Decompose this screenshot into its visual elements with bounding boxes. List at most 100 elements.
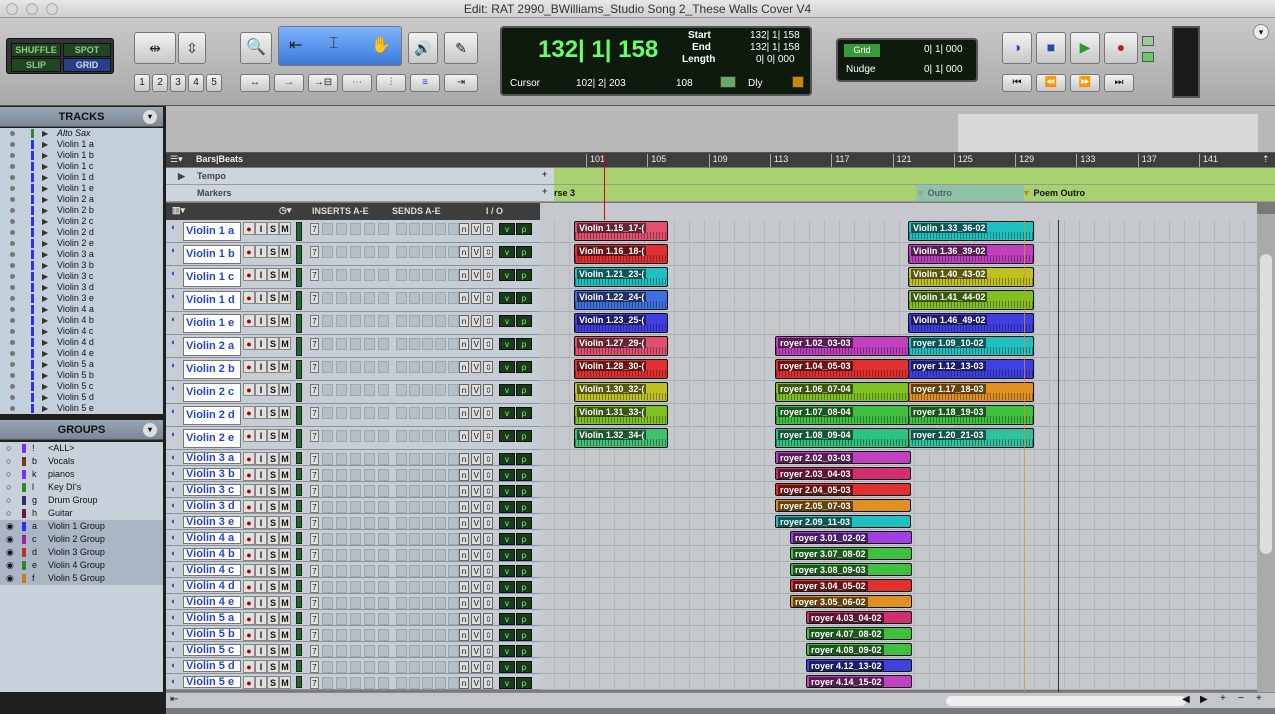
groups-list-item[interactable]: ◉ e Violin 4 Group — [0, 559, 163, 572]
send-slot[interactable] — [448, 549, 459, 561]
tracks-list-item[interactable]: ▶ Violin 2 e — [0, 238, 163, 249]
audio-clip[interactable]: Violin 1.28_30-( — [574, 359, 668, 379]
insert-slot[interactable] — [350, 533, 361, 545]
mute-button[interactable]: M — [279, 360, 291, 373]
playlist-button[interactable]: p — [516, 361, 532, 373]
audio-clip[interactable]: royer 1.20_21-03 — [908, 428, 1034, 448]
send-slot[interactable] — [422, 453, 433, 465]
io-output-button[interactable]: ⇳ — [483, 469, 494, 481]
input-monitor-button[interactable]: I — [255, 564, 267, 577]
send-slot[interactable] — [448, 269, 459, 281]
shuffle-mode-button[interactable]: SHUFFLE — [11, 43, 61, 57]
track-lane[interactable]: Violin 1.32_34-(royer 1.08_09-04 royer 1.… — [540, 427, 1257, 450]
insert-slot[interactable] — [378, 677, 389, 689]
send-slot[interactable] — [435, 223, 446, 235]
track-active-dot[interactable] — [10, 318, 15, 323]
send-slot[interactable] — [448, 597, 459, 609]
track-header[interactable]: ◖ Violin 5 a ● I S M 7 n V ⇳ v p — [166, 610, 540, 626]
io-voice-button[interactable]: V — [471, 533, 482, 545]
insert-slot[interactable] — [322, 246, 333, 258]
track-lane[interactable]: Violin 1.23_25-(Violin 1.46_49-02 — [540, 312, 1257, 335]
zoom-preset-1[interactable]: 1 — [134, 74, 150, 92]
io-output-button[interactable]: ⇳ — [483, 517, 494, 529]
send-slot[interactable] — [422, 645, 433, 657]
audio-clip[interactable]: royer 2.09_11-03 — [775, 515, 911, 528]
scrubber-tool-icon[interactable]: 🔊 — [408, 32, 438, 64]
io-input-button[interactable]: n — [459, 315, 469, 327]
insert-slot[interactable] — [364, 581, 375, 593]
playlist-button[interactable]: p — [516, 597, 532, 609]
playlist-button[interactable]: p — [516, 565, 532, 577]
io-voice-button[interactable]: V — [471, 485, 482, 497]
insert-7-button[interactable]: 7 — [310, 223, 319, 235]
send-slot[interactable] — [435, 292, 446, 304]
solo-button[interactable]: S — [267, 429, 279, 442]
tracks-list-item[interactable]: ▶ Violin 5 e — [0, 403, 163, 414]
solo-button[interactable]: S — [267, 360, 279, 373]
delay-comp-label[interactable]: Dly — [748, 78, 762, 89]
mute-button[interactable]: M — [279, 676, 291, 689]
tab-to-transient-icon[interactable]: → — [274, 74, 304, 92]
track-name[interactable]: Violin 1 d — [183, 291, 241, 310]
voice-button[interactable]: v — [499, 565, 515, 577]
insert-slot[interactable] — [350, 661, 361, 673]
metronome-icon[interactable] — [792, 76, 804, 88]
voice-button[interactable]: v — [499, 517, 515, 529]
track-header[interactable]: ◖ Violin 5 d ● I S M 7 n V ⇳ v p — [166, 658, 540, 674]
mute-button[interactable]: M — [279, 596, 291, 609]
send-slot[interactable] — [396, 549, 407, 561]
io-output-button[interactable]: ⇳ — [483, 549, 494, 561]
track-lane[interactable]: royer 2.05_07-03 — [540, 498, 1257, 514]
mute-button[interactable]: M — [279, 291, 291, 304]
io-output-button[interactable]: ⇳ — [483, 269, 494, 281]
io-voice-button[interactable]: V — [471, 565, 482, 577]
send-slot[interactable] — [422, 517, 433, 529]
input-monitor-button[interactable]: I — [255, 612, 267, 625]
automation-follows-icon[interactable]: ⋯ — [342, 74, 372, 92]
io-voice-button[interactable]: V — [471, 315, 482, 327]
insert-slot[interactable] — [350, 384, 361, 396]
minimize-window-button[interactable] — [26, 3, 38, 15]
insert-slot[interactable] — [378, 581, 389, 593]
insert-slot[interactable] — [350, 501, 361, 513]
send-slot[interactable] — [409, 645, 420, 657]
send-slot[interactable] — [409, 469, 420, 481]
audio-clip[interactable]: royer 1.07_08-04 — [775, 405, 909, 425]
solo-button[interactable]: S — [267, 676, 279, 689]
record-enable-button[interactable]: ● — [243, 660, 255, 673]
track-name[interactable]: Violin 3 c — [183, 484, 241, 496]
playlist-button[interactable]: p — [516, 517, 532, 529]
send-slot[interactable] — [396, 407, 407, 419]
scroll-arrow-right-icon[interactable]: ▶ — [1200, 694, 1208, 705]
io-output-button[interactable]: ⇳ — [483, 407, 494, 419]
playlist-button[interactable]: p — [516, 661, 532, 673]
spot-mode-button[interactable]: SPOT — [63, 43, 111, 57]
audio-clip[interactable]: Violin 1.36_39-02 — [908, 244, 1034, 264]
io-voice-button[interactable]: V — [471, 361, 482, 373]
send-slot[interactable] — [435, 645, 446, 657]
insert-7-button[interactable]: 7 — [310, 485, 319, 497]
track-active-dot[interactable] — [10, 252, 15, 257]
send-slot[interactable] — [409, 661, 420, 673]
send-slot[interactable] — [396, 384, 407, 396]
io-voice-button[interactable]: V — [471, 246, 482, 258]
track-lane[interactable]: royer 3.05_06-02 — [540, 594, 1257, 610]
io-voice-button[interactable]: V — [471, 292, 482, 304]
group-active-icon[interactable]: ◉ — [6, 559, 14, 572]
record-enable-button[interactable]: ● — [243, 452, 255, 465]
send-slot[interactable] — [396, 613, 407, 625]
input-monitor-button[interactable]: I — [255, 291, 267, 304]
insert-slot[interactable] — [322, 485, 333, 497]
send-slot[interactable] — [396, 361, 407, 373]
send-slot[interactable] — [409, 613, 420, 625]
send-slot[interactable] — [409, 315, 420, 327]
tracks-list-item[interactable]: ▶ Violin 3 b — [0, 260, 163, 271]
send-slot[interactable] — [435, 361, 446, 373]
io-voice-button[interactable]: V — [471, 453, 482, 465]
insert-slot[interactable] — [364, 629, 375, 641]
send-slot[interactable] — [435, 338, 446, 350]
insertion-follows-icon[interactable]: ≡ — [410, 74, 440, 92]
send-slot[interactable] — [435, 384, 446, 396]
record-enable-button[interactable]: ● — [243, 548, 255, 561]
track-header[interactable]: ◖ Violin 5 c ● I S M 7 n V ⇳ v p — [166, 642, 540, 658]
